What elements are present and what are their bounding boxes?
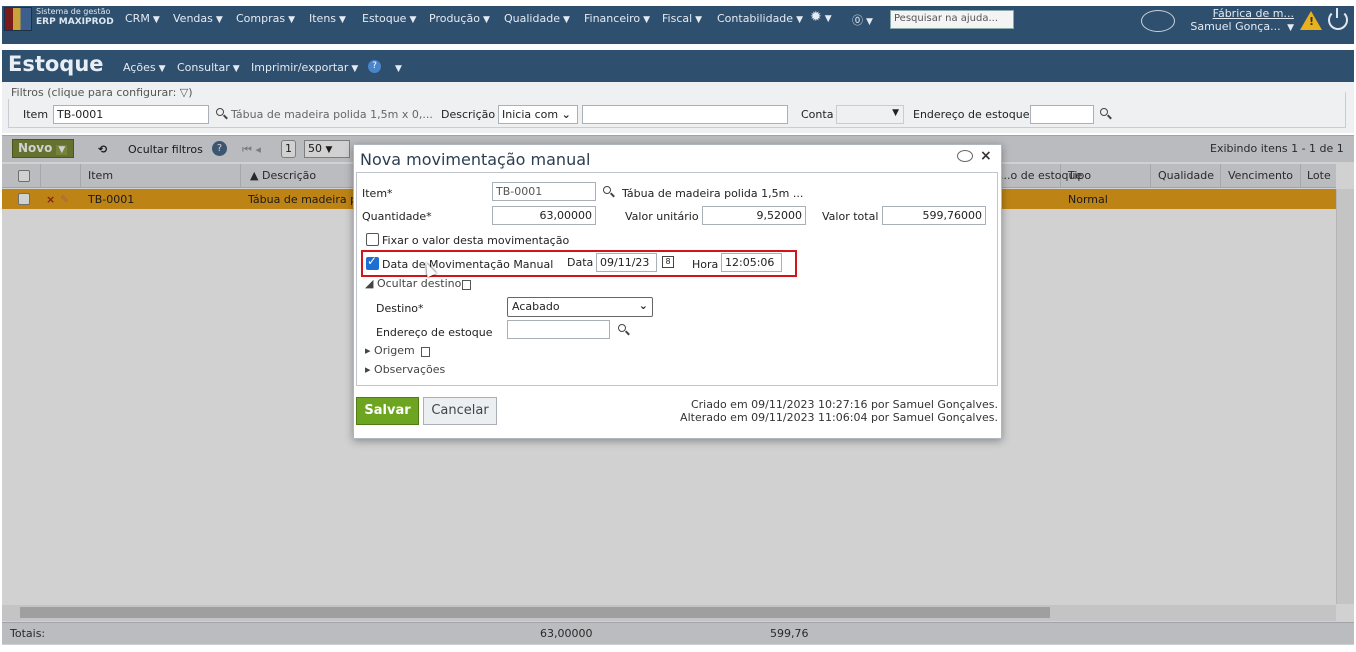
dialog-comment-icon[interactable] (957, 150, 973, 162)
filter-endereco-search-icon[interactable] (1100, 108, 1108, 116)
filter-conta-select[interactable]: ▼ (836, 105, 904, 124)
fix-value-label[interactable]: Fixar o valor desta movimentação (382, 234, 569, 247)
menu-imprimir-exportar[interactable]: Imprimir/exportar ▼ (251, 61, 358, 74)
menu-consultar[interactable]: Consultar ▼ (177, 61, 240, 74)
menu-acoes[interactable]: Ações ▼ (123, 61, 166, 74)
company-name[interactable]: Fábrica de m... (1186, 7, 1294, 20)
observations-toggle[interactable]: ▸ Observações (365, 363, 445, 376)
destination-label: Destino* (376, 302, 424, 315)
created-info: Criado em 09/11/2023 10:27:16 por Samuel… (690, 398, 998, 411)
stock-address-input[interactable] (507, 320, 610, 339)
filter-descricao-mode-select[interactable]: Inicia com ⌄ (498, 105, 578, 124)
date-label: Data (567, 256, 594, 269)
unit-value-input[interactable]: 9,52000 (702, 206, 806, 225)
menu-contabilidade[interactable]: Contabilidade ▼ (717, 12, 803, 25)
user-name[interactable]: Samuel Gonça... ▼ (1186, 20, 1294, 35)
item-description: Tábua de madeira polida 1,5m ... (622, 187, 804, 200)
origin-note-icon[interactable] (421, 347, 430, 357)
stock-address-label: Endereço de estoque (376, 326, 493, 339)
menu-financeiro[interactable]: Financeiro ▼ (584, 12, 650, 25)
manual-date-label[interactable]: Data de Movimentação Manual (382, 258, 553, 271)
origin-toggle[interactable]: ▸ Origem (365, 344, 415, 357)
quantity-label: Quantidade* (362, 210, 432, 223)
filter-item-input[interactable]: TB-0001 (53, 105, 209, 124)
chat-bubble-icon[interactable] (1141, 10, 1175, 32)
menu-itens[interactable]: Itens ▼ (309, 12, 346, 25)
help-search-input[interactable]: Pesquisar na ajuda... (890, 10, 1014, 29)
item-search-icon[interactable] (603, 186, 611, 194)
warning-icon[interactable]: ! (1300, 11, 1322, 30)
audit-info: Criado em 09/11/2023 10:27:16 por Samuel… (600, 398, 998, 424)
save-button[interactable]: Salvar (356, 397, 419, 425)
filter-item-label: Item (23, 108, 49, 121)
dialog-title: Nova movimentação manual (360, 150, 591, 169)
filter-descricao-label: Descrição (441, 108, 496, 121)
filter-funnel-icon: ▽ (179, 86, 189, 99)
hour-label: Hora (692, 258, 719, 271)
destination-note-icon[interactable] (462, 280, 471, 290)
hide-destination-toggle[interactable]: ◢ Ocultar destino (365, 277, 461, 290)
menu-crm[interactable]: CRM ▼ (125, 12, 160, 25)
menu-fiscal[interactable]: Fiscal ▼ (662, 12, 702, 25)
filter-item-description: Tábua de madeira polida 1,5m x 0,... (231, 108, 433, 121)
item-label: Item* (362, 187, 393, 200)
total-value-label: Valor total (822, 210, 879, 223)
system-line2: ERP MAXIPROD (36, 17, 114, 27)
fix-value-checkbox[interactable] (366, 233, 379, 246)
cancel-button[interactable]: Cancelar (423, 397, 497, 425)
page-help-icon[interactable]: ? (368, 60, 381, 73)
item-input[interactable]: TB-0001 (492, 182, 596, 201)
filter-descricao-input[interactable] (582, 105, 788, 124)
page-help-caret-icon[interactable]: ▼ (392, 61, 402, 74)
hour-input[interactable]: 12:05:06 (721, 253, 782, 272)
menu-producao[interactable]: Produção ▼ (429, 12, 490, 25)
settings-gear-icon[interactable]: ✹ ▼ (810, 9, 832, 25)
menu-vendas[interactable]: Vendas ▼ (173, 12, 223, 25)
date-input[interactable]: 09/11/23 (596, 253, 657, 272)
company-user-menu[interactable]: Fábrica de m... Samuel Gonça... ▼ (1186, 7, 1294, 35)
filter-item-search-icon[interactable] (216, 108, 224, 116)
system-line1: Sistema de gestão (36, 7, 111, 16)
calendar-icon[interactable]: 8 (662, 256, 674, 268)
manual-date-checkbox[interactable] (366, 254, 379, 270)
total-value-input[interactable]: 599,76000 (882, 206, 986, 225)
filter-endereco-label: Endereço de estoque (913, 108, 1030, 121)
page-title: Estoque (8, 52, 104, 76)
menu-compras[interactable]: Compras ▼ (236, 12, 295, 25)
quantity-input[interactable]: 63,00000 (492, 206, 596, 225)
power-icon[interactable] (1328, 8, 1348, 30)
filter-conta-label: Conta (801, 108, 834, 121)
maxiprod-logo[interactable] (4, 7, 32, 31)
filter-endereco-input[interactable] (1030, 105, 1094, 124)
filters-legend[interactable]: Filtros (clique para configurar: ▽) (8, 86, 196, 99)
close-icon[interactable]: × (980, 148, 992, 164)
unit-value-label: Valor unitário (625, 210, 699, 223)
destination-select[interactable]: Acabado ⌄ (507, 297, 653, 317)
menu-estoque[interactable]: Estoque ▼ (362, 12, 416, 25)
system-name: Sistema de gestão ERP MAXIPROD (36, 7, 114, 27)
altered-info: Alterado em 09/11/2023 11:06:04 por Samu… (680, 411, 998, 424)
stock-address-search-icon[interactable] (618, 324, 626, 332)
help-icon[interactable]: ⓪ ▼ (852, 12, 873, 28)
menu-qualidade[interactable]: Qualidade ▼ (504, 12, 570, 25)
